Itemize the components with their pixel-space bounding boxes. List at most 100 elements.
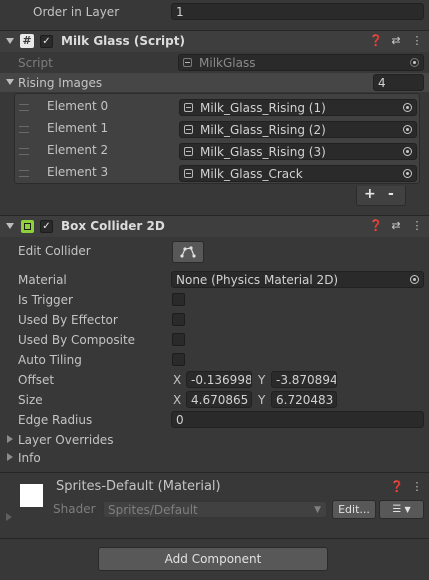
order-in-layer-input[interactable]: 1 <box>171 3 424 20</box>
list-item[interactable]: Element 3 Milk_Glass_Crack <box>15 162 419 184</box>
help-icon[interactable]: ❓ <box>369 34 383 47</box>
add-component-label: Add Component <box>164 552 262 566</box>
offset-y-input[interactable]: -3.870894 <box>271 371 337 388</box>
auto-tiling-checkbox[interactable] <box>172 353 185 366</box>
element-object-field[interactable]: Milk_Glass_Crack <box>179 165 417 182</box>
element-label: Element 2 <box>47 143 109 157</box>
script-label: Script <box>18 56 53 70</box>
drag-handle-icon[interactable] <box>19 148 29 155</box>
remove-element-button[interactable]: - <box>388 186 394 202</box>
edit-shader-label: Edit... <box>338 503 370 516</box>
element-label: Element 3 <box>47 165 109 179</box>
is-trigger-label: Is Trigger <box>18 293 73 307</box>
offset-x-label: X <box>173 373 182 387</box>
drag-handle-icon[interactable] <box>19 126 29 133</box>
presets-icon[interactable]: ⇄ <box>390 34 402 47</box>
rising-images-count-input[interactable]: 4 <box>373 74 424 91</box>
drag-handle-icon[interactable] <box>19 170 29 177</box>
object-picker-icon[interactable] <box>403 147 412 156</box>
order-in-layer-label: Order in Layer <box>33 5 120 19</box>
size-label: Size <box>18 393 43 407</box>
script-picker-icon[interactable] <box>410 58 419 67</box>
edge-radius-input[interactable]: 0 <box>171 411 424 428</box>
shader-value: Sprites/Default <box>108 503 198 517</box>
shader-options-dropdown[interactable]: ☰ ▼ <box>379 500 424 519</box>
material-value: None (Physics Material 2D) <box>176 273 339 287</box>
edit-collider-icon <box>180 246 196 258</box>
more-options-icon[interactable]: ⋮ <box>411 480 423 493</box>
size-x-label: X <box>173 393 182 407</box>
prefab-icon <box>184 125 193 134</box>
list-item[interactable]: Element 2 Milk_Glass_Rising (3) <box>15 140 419 162</box>
info-foldout-icon[interactable] <box>7 453 13 461</box>
material-foldout-icon[interactable] <box>6 513 12 521</box>
milk-glass-enabled-checkbox[interactable]: ✓ <box>40 35 53 48</box>
size-y-input[interactable]: 6.720483 <box>271 391 337 408</box>
foldout-arrow-icon[interactable] <box>6 223 14 229</box>
milk-glass-title: Milk Glass (Script) <box>61 34 185 48</box>
edit-collider-label: Edit Collider <box>18 244 91 258</box>
object-picker-icon[interactable] <box>403 169 412 178</box>
list-item[interactable]: Element 1 Milk_Glass_Rising (2) <box>15 118 419 140</box>
presets-icon[interactable]: ⇄ <box>390 219 402 232</box>
list-footer: + - <box>356 186 406 206</box>
section-divider <box>0 472 429 473</box>
element-object-field[interactable]: Milk_Glass_Rising (2) <box>179 121 417 138</box>
box-collider-header[interactable]: ✓ Box Collider 2D ❓ ⇄ ⋮ <box>0 215 429 237</box>
rising-images-foldout-icon[interactable] <box>6 79 14 85</box>
is-trigger-checkbox[interactable] <box>172 293 185 306</box>
edit-shader-button[interactable]: Edit... <box>332 500 376 519</box>
element-object-field[interactable]: Milk_Glass_Rising (1) <box>179 99 417 116</box>
prefab-icon <box>184 103 193 112</box>
used-by-effector-label: Used By Effector <box>18 313 118 327</box>
element-value: Milk_Glass_Rising (1) <box>200 101 326 115</box>
offset-y-label: Y <box>258 373 266 387</box>
add-component-button[interactable]: Add Component <box>98 547 328 571</box>
material-preview-swatch <box>20 484 43 507</box>
element-value: Milk_Glass_Rising (3) <box>200 145 326 159</box>
object-picker-icon[interactable] <box>403 125 412 134</box>
more-options-icon[interactable]: ⋮ <box>411 34 423 47</box>
object-picker-icon[interactable] <box>403 103 412 112</box>
box-collider-enabled-checkbox[interactable]: ✓ <box>40 220 53 233</box>
material-label: Material <box>18 273 67 287</box>
drag-handle-icon[interactable] <box>19 104 29 111</box>
script-field[interactable]: MilkGlass <box>178 54 424 71</box>
help-icon[interactable]: ❓ <box>390 480 404 493</box>
list-item[interactable]: Element 0 Milk_Glass_Rising (1) <box>15 96 419 118</box>
element-label: Element 0 <box>47 99 109 113</box>
used-by-effector-checkbox[interactable] <box>172 313 185 326</box>
used-by-composite-checkbox[interactable] <box>172 333 185 346</box>
script-icon: # <box>20 34 34 48</box>
add-element-button[interactable]: + <box>364 186 376 202</box>
foldout-arrow-icon[interactable] <box>6 38 14 44</box>
more-options-icon[interactable]: ⋮ <box>411 219 423 232</box>
size-y-label: Y <box>258 393 266 407</box>
shader-label: Shader <box>53 502 96 516</box>
element-value: Milk_Glass_Rising (2) <box>200 123 326 137</box>
box-collider-title: Box Collider 2D <box>61 219 165 233</box>
element-value: Milk_Glass_Crack <box>200 167 303 181</box>
edit-collider-button[interactable] <box>172 241 204 263</box>
offset-x-input[interactable]: -0.136998 <box>186 371 252 388</box>
script-value: MilkGlass <box>199 56 256 70</box>
prefab-icon <box>184 147 193 156</box>
element-object-field[interactable]: Milk_Glass_Rising (3) <box>179 143 417 160</box>
material-field[interactable]: None (Physics Material 2D) <box>171 271 424 288</box>
box-collider-icon <box>21 220 34 233</box>
help-icon[interactable]: ❓ <box>369 219 383 232</box>
layer-overrides-foldout-icon[interactable] <box>7 435 13 443</box>
material-name: Sprites-Default (Material) <box>56 479 221 494</box>
chevron-down-icon: ▼ <box>314 505 321 515</box>
material-picker-icon[interactable] <box>410 275 419 284</box>
auto-tiling-label: Auto Tiling <box>18 353 82 367</box>
shader-dropdown[interactable]: Sprites/Default ▼ <box>103 501 327 518</box>
size-x-input[interactable]: 4.670865 <box>186 391 252 408</box>
layer-overrides-label[interactable]: Layer Overrides <box>18 431 113 449</box>
element-label: Element 1 <box>47 121 109 135</box>
edge-radius-label: Edge Radius <box>18 413 93 427</box>
offset-label: Offset <box>18 373 55 387</box>
info-label[interactable]: Info <box>18 449 41 467</box>
milk-glass-header[interactable]: # ✓ Milk Glass (Script) ❓ ⇄ ⋮ <box>0 30 429 52</box>
prefab-icon <box>184 169 193 178</box>
